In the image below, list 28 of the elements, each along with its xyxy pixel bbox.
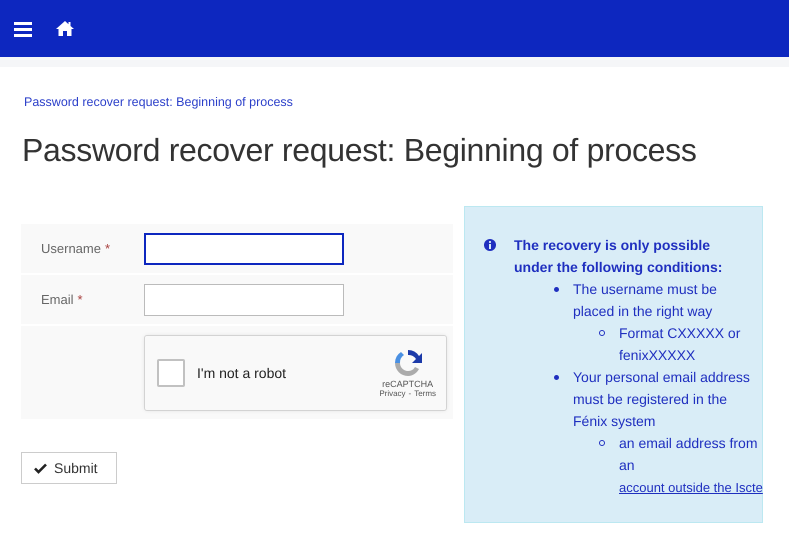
breadcrumb-link[interactable]: Password recover request: Beginning of process xyxy=(24,95,293,109)
home-icon[interactable] xyxy=(56,21,74,36)
username-field[interactable] xyxy=(144,232,344,264)
menu-icon[interactable] xyxy=(14,20,32,36)
separator: - xyxy=(408,389,412,398)
bullet-icon xyxy=(599,330,605,336)
check-icon xyxy=(34,462,47,474)
submit-button[interactable]: Submit xyxy=(21,452,117,484)
bullet-icon xyxy=(599,440,605,446)
privacy-link[interactable]: Privacy xyxy=(379,389,406,398)
bullet-icon xyxy=(554,375,559,380)
captcha-checkbox[interactable] xyxy=(157,358,185,386)
email-field[interactable] xyxy=(144,284,344,316)
condition-text: The username must be placed in the right way xyxy=(573,281,717,319)
captcha-brand: reCAPTCHA xyxy=(382,379,434,389)
required-mark: * xyxy=(104,241,110,256)
required-mark: * xyxy=(78,292,83,307)
info-heading: The recovery is only possible under the following conditions: xyxy=(514,236,724,277)
page-title: Password recover request: Beginning of process xyxy=(22,132,698,169)
bullet-icon xyxy=(554,287,559,292)
field-label: Username xyxy=(41,241,101,256)
account-link[interactable]: account outside the Iscte xyxy=(619,480,763,495)
field-label: Email xyxy=(41,292,74,307)
condition-text: an email address from an account outside the Iscte xyxy=(619,434,763,497)
condition-text: Format CXXXXX or fenixXXXXX xyxy=(619,324,742,365)
captcha-label: I'm not a robot xyxy=(197,364,288,380)
terms-link[interactable]: Terms xyxy=(414,389,436,398)
info-icon xyxy=(484,239,496,251)
